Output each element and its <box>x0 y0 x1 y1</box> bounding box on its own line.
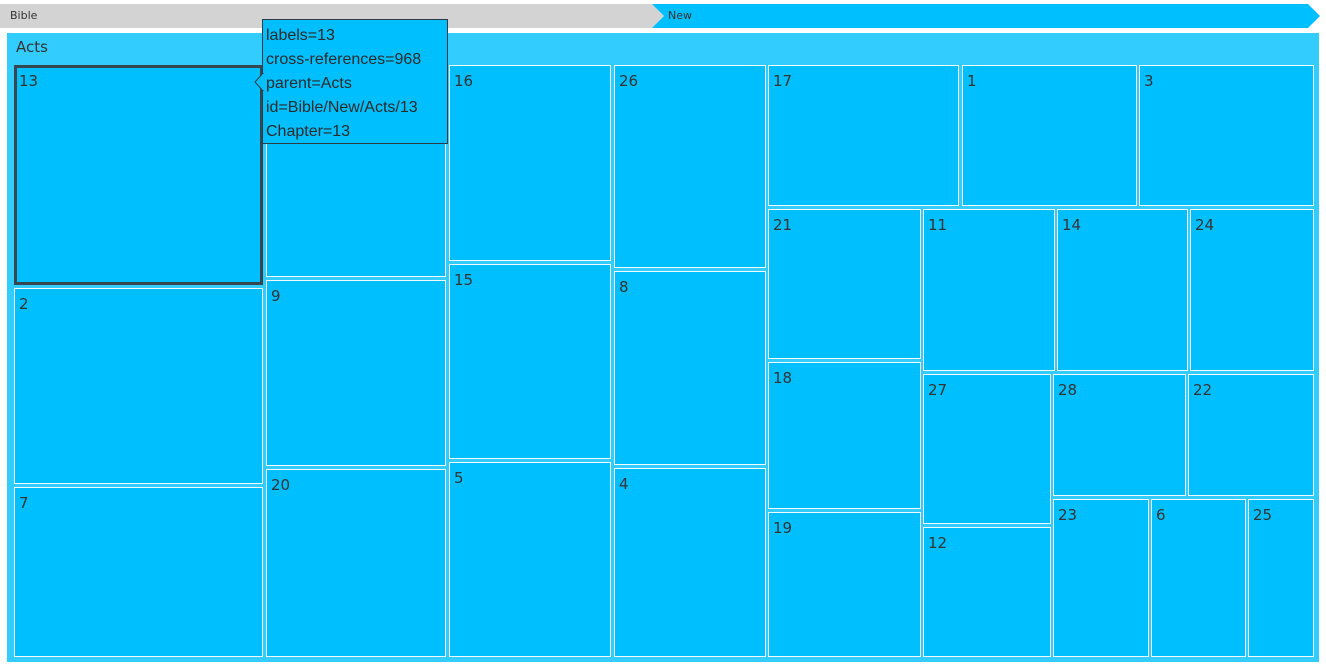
treemap-cell-22[interactable]: 22 <box>1188 374 1314 496</box>
treemap-root: Bible New Acts 1327109201615526841713211… <box>0 0 1326 671</box>
treemap-cell-24[interactable]: 24 <box>1190 209 1314 371</box>
treemap-cell-8[interactable]: 8 <box>614 271 766 465</box>
breadcrumb-item-bible-label[interactable]: Bible <box>10 9 37 22</box>
tooltip-cross-references: cross-references=968 <box>266 51 422 68</box>
tooltip-id: id=Bible/New/Acts/13 <box>266 99 418 116</box>
treemap-cell-label-16: 16 <box>454 72 474 90</box>
treemap-cell-label-23: 23 <box>1058 506 1078 524</box>
treemap-cell-label-28: 28 <box>1058 381 1078 399</box>
treemap-cell-label-26: 26 <box>619 72 639 90</box>
treemap-cell-6[interactable]: 6 <box>1151 499 1246 657</box>
treemap-cell-label-27: 27 <box>928 381 948 399</box>
treemap-cell-label-4: 4 <box>619 475 629 493</box>
breadcrumb-item-new-shape[interactable] <box>652 4 1320 28</box>
treemap-cell-20[interactable]: 20 <box>266 469 446 657</box>
tooltip-chapter: Chapter=13 <box>266 123 351 140</box>
tooltip-parent: parent=Acts <box>266 75 352 92</box>
treemap-cell-label-12: 12 <box>928 534 948 552</box>
treemap-cell-label-8: 8 <box>619 278 629 296</box>
tooltip-labels: labels=13 <box>266 27 335 44</box>
treemap-cell-label-1: 1 <box>967 72 977 90</box>
treemap-cell-label-5: 5 <box>454 469 464 487</box>
treemap-cell-4[interactable]: 4 <box>614 468 766 657</box>
treemap-cell-27[interactable]: 27 <box>923 374 1051 524</box>
treemap-cell-7[interactable]: 7 <box>14 487 263 657</box>
treemap-cell-label-18: 18 <box>773 369 793 387</box>
treemap-cell-17[interactable]: 17 <box>768 65 959 206</box>
treemap-cell-26[interactable]: 26 <box>614 65 766 268</box>
treemap-cell-label-19: 19 <box>773 519 793 537</box>
treemap-cell-label-22: 22 <box>1193 381 1213 399</box>
treemap-cell-label-24: 24 <box>1195 216 1215 234</box>
treemap-cell-label-3: 3 <box>1144 72 1154 90</box>
treemap-cell-19[interactable]: 19 <box>768 512 921 657</box>
treemap-cell-28[interactable]: 28 <box>1053 374 1186 496</box>
acts-group-title: Acts <box>16 38 48 56</box>
treemap-cell-2[interactable]: 2 <box>14 288 263 484</box>
breadcrumb <box>0 4 1320 28</box>
treemap-cell-25[interactable]: 25 <box>1248 499 1314 657</box>
treemap-cell-23[interactable]: 23 <box>1053 499 1149 657</box>
treemap-cell-label-20: 20 <box>271 476 291 494</box>
treemap-cell-label-11: 11 <box>928 216 948 234</box>
treemap-cell-21[interactable]: 21 <box>768 209 921 359</box>
treemap-cell-3[interactable]: 3 <box>1139 65 1314 206</box>
treemap-cell-label-17: 17 <box>773 72 793 90</box>
treemap-cell-label-21: 21 <box>773 216 793 234</box>
treemap-cell-11[interactable]: 11 <box>923 209 1055 371</box>
treemap-cell-16[interactable]: 16 <box>449 65 611 261</box>
treemap-cell-14[interactable]: 14 <box>1057 209 1188 371</box>
tooltip-pointer <box>254 73 264 91</box>
treemap-cell-15[interactable]: 15 <box>449 264 611 459</box>
treemap-cell-label-7: 7 <box>19 494 29 512</box>
treemap-cell-label-25: 25 <box>1253 506 1273 524</box>
treemap-cell-12[interactable]: 12 <box>923 527 1051 657</box>
treemap-cell-label-14: 14 <box>1062 216 1082 234</box>
tooltip: labels=13 cross-references=968 parent=Ac… <box>262 19 448 144</box>
treemap-cell-13[interactable]: 13 <box>14 65 263 285</box>
treemap-cell-label-15: 15 <box>454 271 474 289</box>
breadcrumb-item-new-label[interactable]: New <box>668 9 692 22</box>
treemap-cell-18[interactable]: 18 <box>768 362 921 509</box>
treemap-cell-5[interactable]: 5 <box>449 462 611 657</box>
treemap-cell-1[interactable]: 1 <box>962 65 1137 206</box>
treemap-cell-label-6: 6 <box>1156 506 1166 524</box>
treemap-cell-label-13: 13 <box>19 72 39 90</box>
treemap-cell-label-9: 9 <box>271 287 281 305</box>
treemap-cell-9[interactable]: 9 <box>266 280 446 466</box>
treemap-cell-label-2: 2 <box>19 295 29 313</box>
